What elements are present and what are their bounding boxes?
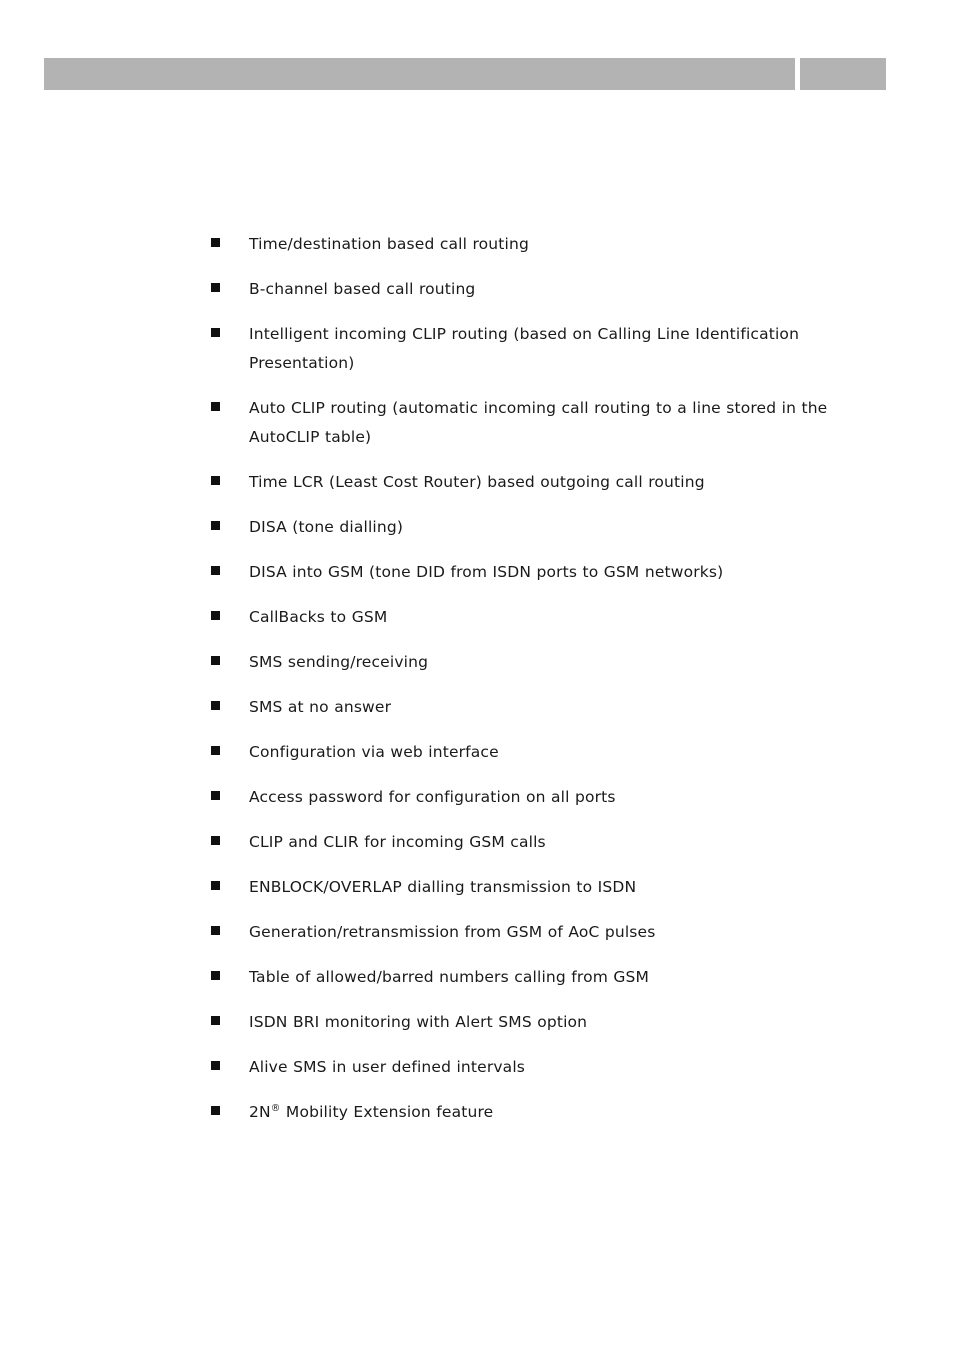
feature-list-item: Time/destination based call routing	[211, 230, 851, 259]
feature-list-item: Table of allowed/barred numbers calling …	[211, 963, 851, 992]
feature-list-item: Time LCR (Least Cost Router) based outgo…	[211, 468, 851, 497]
feature-item-label: B-channel based call routing	[249, 280, 476, 298]
feature-list-item: Auto CLIP routing (automatic incoming ca…	[211, 394, 851, 452]
header-band-accent-segment	[800, 58, 886, 90]
feature-list-item: ENBLOCK/OVERLAP dialling transmission to…	[211, 873, 851, 902]
feature-item-label: DISA (tone dialling)	[249, 518, 404, 536]
feature-item-label: ISDN BRI monitoring with Alert SMS optio…	[249, 1013, 588, 1031]
feature-list-item: Alive SMS in user defined intervals	[211, 1053, 851, 1082]
bullet-square-icon	[211, 791, 220, 800]
bullet-square-icon	[211, 566, 220, 575]
header-band-main-segment	[44, 58, 795, 90]
feature-item-label: CallBacks to GSM	[249, 608, 388, 626]
bullet-square-icon	[211, 1016, 220, 1025]
feature-item-label: SMS at no answer	[249, 698, 392, 716]
bullet-square-icon	[211, 476, 220, 485]
feature-list-item: CLIP and CLIR for incoming GSM calls	[211, 828, 851, 857]
feature-list-item: SMS sending/receiving	[211, 648, 851, 677]
feature-list-item: ISDN BRI monitoring with Alert SMS optio…	[211, 1008, 851, 1037]
bullet-square-icon	[211, 701, 220, 710]
bullet-square-icon	[211, 238, 220, 247]
registered-trademark-icon: ®	[270, 1102, 281, 1114]
feature-list-item: CallBacks to GSM	[211, 603, 851, 632]
feature-list-item: Configuration via web interface	[211, 738, 851, 767]
feature-item-label: Alive SMS in user defined intervals	[249, 1058, 526, 1076]
bullet-square-icon	[211, 611, 220, 620]
bullet-square-icon	[211, 656, 220, 665]
feature-list-item: 2N® Mobility Extension feature	[211, 1098, 851, 1127]
bullet-square-icon	[211, 328, 220, 337]
feature-list-item: B-channel based call routing	[211, 275, 851, 304]
feature-item-label: 2N® Mobility Extension feature	[249, 1102, 494, 1121]
feature-item-label: Time/destination based call routing	[249, 235, 529, 253]
feature-item-label: SMS sending/receiving	[249, 653, 429, 671]
feature-item-label: ENBLOCK/OVERLAP dialling transmission to…	[249, 878, 637, 896]
feature-list-item: SMS at no answer	[211, 693, 851, 722]
bullet-square-icon	[211, 1061, 220, 1070]
bullet-square-icon	[211, 746, 220, 755]
feature-item-label: CLIP and CLIR for incoming GSM calls	[249, 833, 546, 851]
feature-item-label: Generation/retransmission from GSM of Ao…	[249, 923, 656, 941]
feature-item-label: Configuration via web interface	[249, 743, 499, 761]
feature-item-label: Time LCR (Least Cost Router) based outgo…	[249, 473, 705, 491]
feature-item-label: Access password for configuration on all…	[249, 788, 616, 806]
feature-item-label: DISA into GSM (tone DID from ISDN ports …	[249, 563, 724, 581]
feature-list-item: Access password for configuration on all…	[211, 783, 851, 812]
bullet-square-icon	[211, 283, 220, 292]
bullet-square-icon	[211, 881, 220, 890]
bullet-square-icon	[211, 402, 220, 411]
feature-list-item: Intelligent incoming CLIP routing (based…	[211, 320, 851, 378]
bullet-square-icon	[211, 521, 220, 530]
bullet-square-icon	[211, 926, 220, 935]
page-header-band	[44, 58, 886, 90]
bullet-square-icon	[211, 836, 220, 845]
feature-item-label: Auto CLIP routing (automatic incoming ca…	[249, 399, 828, 446]
feature-item-label: Intelligent incoming CLIP routing (based…	[249, 325, 800, 372]
bullet-square-icon	[211, 971, 220, 980]
feature-list-item: DISA (tone dialling)	[211, 513, 851, 542]
bullet-square-icon	[211, 1106, 220, 1115]
feature-list-item: DISA into GSM (tone DID from ISDN ports …	[211, 558, 851, 587]
feature-list-item: Generation/retransmission from GSM of Ao…	[211, 918, 851, 947]
feature-item-label: Table of allowed/barred numbers calling …	[249, 968, 650, 986]
feature-list: Time/destination based call routing B-cha…	[211, 230, 851, 1127]
